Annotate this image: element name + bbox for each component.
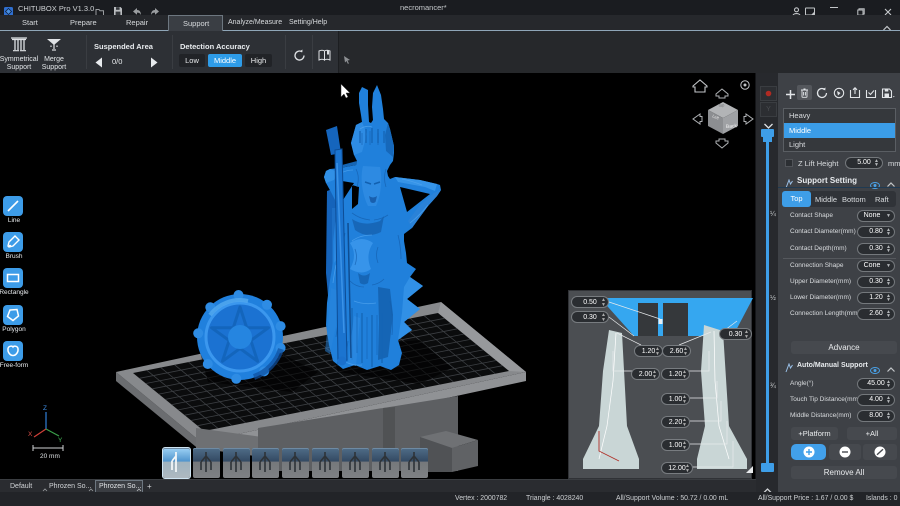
svg-text:20 mm: 20 mm (40, 453, 60, 460)
svg-text:Y: Y (58, 437, 63, 444)
svg-text:Back: Back (726, 123, 738, 130)
svg-text:X: X (28, 431, 33, 438)
svg-text:Z: Z (43, 405, 47, 412)
